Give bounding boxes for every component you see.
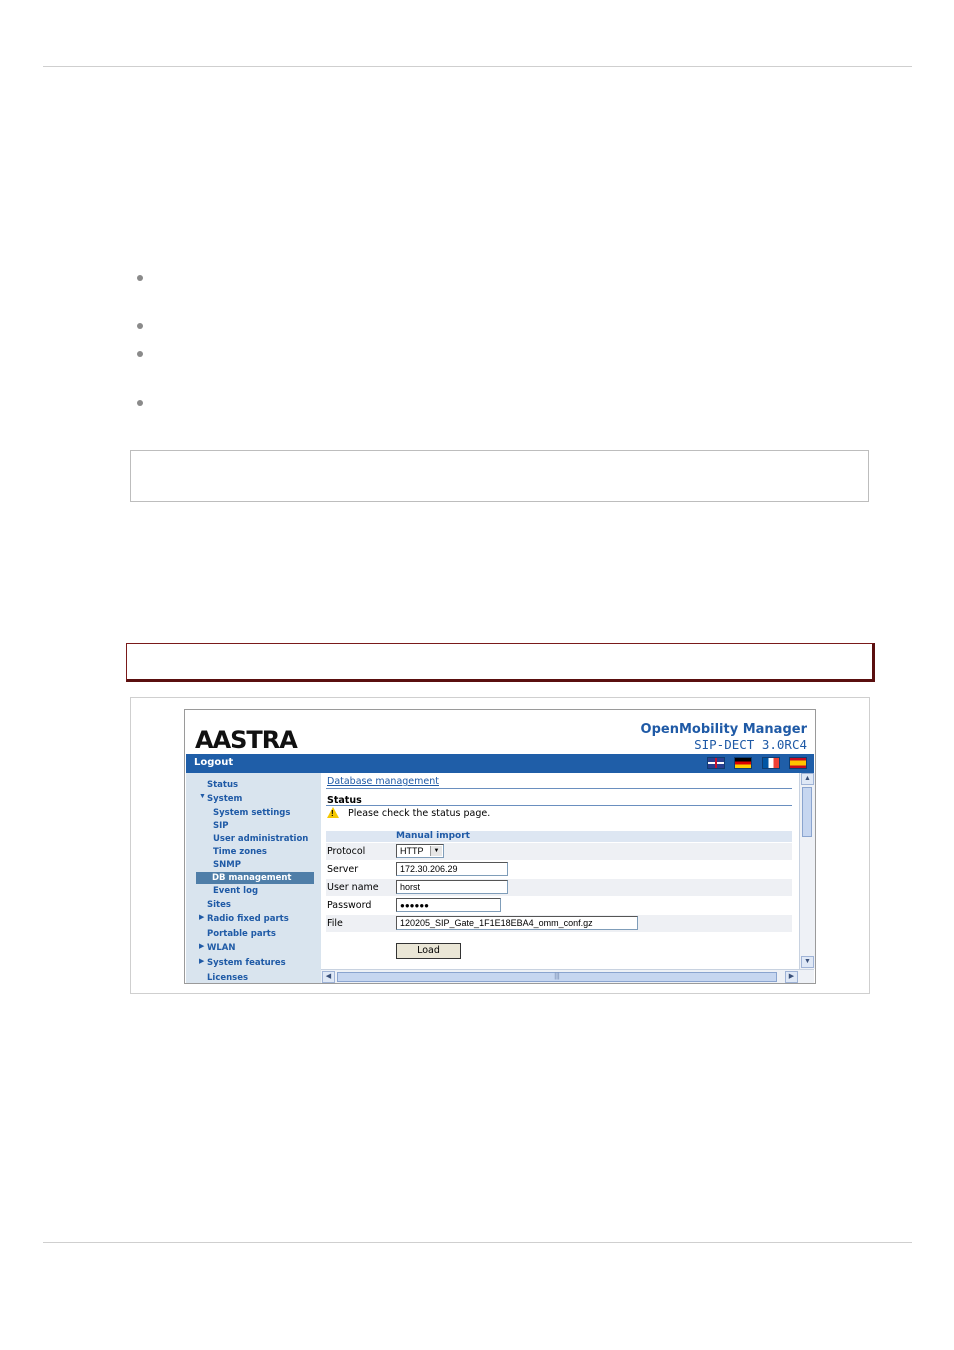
server-input[interactable]: 172.30.206.29 bbox=[396, 862, 508, 876]
scroll-left-icon[interactable]: ◀ bbox=[322, 971, 335, 983]
omm-screenshot: AASTRA OpenMobility Manager SIP-DECT 3.0… bbox=[184, 709, 816, 984]
sidebar-item-radio-fixed-parts[interactable]: Radio fixed parts bbox=[207, 914, 289, 924]
sidebar-item-wlan[interactable]: WLAN bbox=[207, 943, 235, 953]
sidebar-item-sites[interactable]: Sites bbox=[207, 900, 231, 910]
sidebar-item-sip[interactable]: SIP bbox=[213, 821, 229, 831]
app-title: OpenMobility Manager SIP-DECT 3.0RC4 bbox=[641, 722, 807, 752]
sidebar: Status ▼ System System settings SIP User… bbox=[186, 773, 321, 983]
bullet-1 bbox=[137, 275, 143, 281]
bullet-2 bbox=[137, 323, 143, 329]
warning-box bbox=[126, 643, 875, 682]
username-label: User name bbox=[327, 882, 379, 893]
horizontal-scroll-thumb[interactable]: ||| bbox=[337, 972, 777, 982]
password-input[interactable]: ●●●●●● bbox=[396, 898, 501, 912]
bullet-4 bbox=[137, 400, 143, 406]
page-title: Database management bbox=[327, 776, 439, 787]
top-bar: Logout bbox=[186, 754, 814, 773]
sidebar-item-portable-parts[interactable]: Portable parts bbox=[207, 929, 276, 939]
flag-fr-icon[interactable] bbox=[762, 757, 780, 769]
chevron-down-icon[interactable]: ▼ bbox=[430, 846, 442, 856]
file-label: File bbox=[327, 918, 343, 929]
horizontal-scrollbar[interactable]: ◀ ||| ▶ bbox=[321, 969, 814, 983]
load-button[interactable]: Load bbox=[396, 943, 461, 959]
vertical-scroll-thumb[interactable] bbox=[802, 787, 812, 837]
collapsed-arrow-icon[interactable]: ▶ bbox=[199, 942, 204, 950]
protocol-label: Protocol bbox=[327, 846, 366, 857]
flag-uk-icon[interactable] bbox=[707, 757, 725, 769]
sidebar-item-user-administration[interactable]: User administration bbox=[213, 834, 308, 844]
app-name: OpenMobility Manager bbox=[640, 722, 807, 737]
expanded-arrow-icon[interactable]: ▼ bbox=[199, 793, 206, 800]
server-label: Server bbox=[327, 864, 359, 875]
logout-link[interactable]: Logout bbox=[194, 757, 233, 768]
protocol-value: HTTP bbox=[400, 846, 424, 856]
file-input[interactable]: 120205_SIP_Gate_1F1E18EBA4_omm_conf.gz bbox=[396, 916, 638, 930]
scroll-up-icon[interactable]: ▲ bbox=[801, 773, 814, 785]
scroll-right-icon[interactable]: ▶ bbox=[785, 971, 798, 983]
collapsed-arrow-icon[interactable]: ▶ bbox=[199, 913, 204, 921]
bottom-rule bbox=[43, 1242, 912, 1243]
password-label: Password bbox=[327, 900, 372, 911]
sidebar-item-system[interactable]: System bbox=[207, 794, 242, 804]
sidebar-item-db-management[interactable]: DB management bbox=[196, 872, 314, 884]
collapsed-arrow-icon[interactable]: ▶ bbox=[199, 957, 204, 965]
warning-icon bbox=[327, 807, 339, 818]
main-content: Database management Status Please check … bbox=[321, 773, 799, 969]
note-box bbox=[130, 450, 869, 502]
sidebar-item-system-features[interactable]: System features bbox=[207, 958, 286, 968]
sidebar-item-status[interactable]: Status bbox=[207, 780, 238, 790]
protocol-select[interactable]: HTTP ▼ bbox=[396, 844, 444, 858]
flag-es-icon[interactable] bbox=[789, 757, 807, 769]
username-input[interactable]: horst bbox=[396, 880, 508, 894]
sidebar-item-time-zones[interactable]: Time zones bbox=[213, 847, 267, 857]
status-message: Please check the status page. bbox=[348, 808, 491, 819]
flag-de-icon[interactable] bbox=[734, 757, 752, 769]
scroll-down-icon[interactable]: ▼ bbox=[801, 956, 814, 968]
app-version: SIP-DECT 3.0RC4 bbox=[694, 737, 807, 752]
top-rule bbox=[43, 66, 912, 67]
sidebar-item-licenses[interactable]: Licenses bbox=[207, 973, 248, 983]
bullet-3 bbox=[137, 351, 143, 357]
logo-text: AASTRA bbox=[195, 726, 298, 754]
status-rule bbox=[326, 805, 792, 806]
title-rule bbox=[326, 788, 792, 789]
sidebar-item-event-log[interactable]: Event log bbox=[213, 886, 258, 896]
sidebar-item-system-settings[interactable]: System settings bbox=[213, 808, 290, 818]
sidebar-item-snmp[interactable]: SNMP bbox=[213, 860, 241, 870]
aastra-logo: AASTRA bbox=[195, 726, 298, 754]
vertical-scrollbar[interactable]: ▲ ▼ bbox=[799, 773, 815, 969]
section-title: Manual import bbox=[396, 831, 470, 841]
